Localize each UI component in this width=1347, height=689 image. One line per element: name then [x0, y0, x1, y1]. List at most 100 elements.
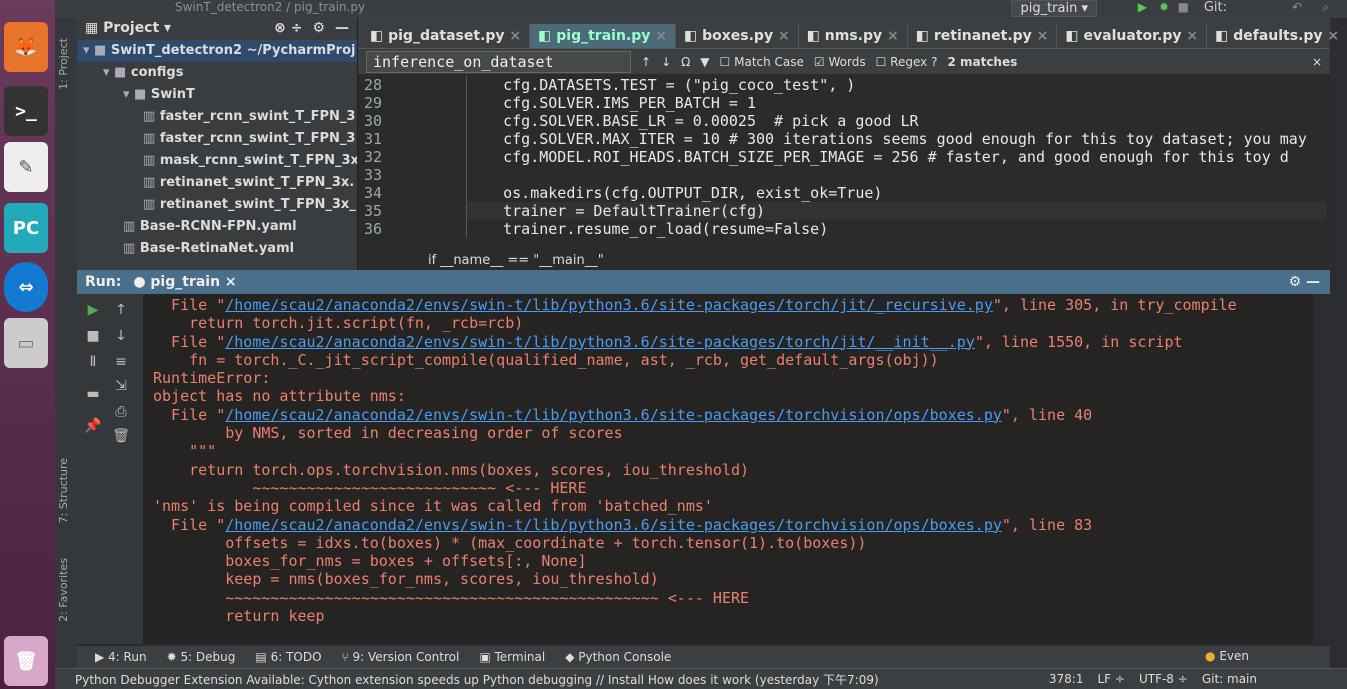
editor-tab[interactable]: ◧ nms.py × — [799, 24, 908, 48]
editor: ◧ pig_dataset.py × ◧ pig_train.py × ◧ boxe… — [358, 18, 1339, 270]
file-encoding[interactable]: UTF-8 ÷ — [1139, 672, 1188, 686]
project-tool-button[interactable]: 1: Project — [57, 38, 70, 90]
terminal-icon[interactable]: >_ — [4, 86, 48, 136]
close-tab-icon[interactable]: × — [773, 28, 790, 44]
firefox-icon[interactable]: 🦊 — [4, 22, 48, 72]
prev-match-icon[interactable]: ↑ — [641, 55, 651, 69]
hide-icon[interactable]: — — [335, 20, 349, 38]
file-link[interactable]: /home/scau2/anaconda2/envs/swin-t/lib/py… — [225, 516, 1002, 534]
close-tab-icon[interactable]: × — [1323, 28, 1339, 44]
close-find-icon[interactable]: × — [1312, 55, 1322, 69]
console-line: File "/home/scau2/anaconda2/envs/swin-t/… — [153, 333, 1313, 351]
tree-item-label: SwinT_detectron2 ~/PycharmProj — [110, 43, 356, 58]
status-message[interactable]: Python Debugger Extension Available: Cyt… — [75, 671, 879, 688]
tree-item[interactable]: ▥ faster_rcnn_swint_T_FPN_3 — [77, 128, 357, 150]
next-match-icon[interactable]: ↓ — [661, 55, 671, 69]
scroll-end-icon[interactable]: ⇲ — [111, 378, 131, 394]
pin-icon[interactable]: 📌 — [83, 418, 103, 434]
bottom-tab-python-console[interactable]: ◆ Python Console — [565, 650, 671, 664]
soft-wrap-icon[interactable]: ≡ — [111, 354, 131, 370]
close-tab-icon[interactable]: × — [1032, 28, 1049, 44]
editor-tab[interactable]: ◧ retinanet.py × — [908, 24, 1058, 48]
close-tab-icon[interactable]: × — [882, 28, 899, 44]
event-log-button[interactable]: ● Even — [1205, 649, 1249, 663]
debug-icon[interactable]: ✹ — [1159, 0, 1169, 14]
bottom-tab-terminal[interactable]: ▣ Terminal — [479, 650, 545, 664]
editor-tab[interactable]: ◧ boxes.py × — [676, 24, 799, 48]
run-tab[interactable]: ● pig_train × — [133, 274, 236, 290]
folder-icon: ▾ ■ — [123, 87, 151, 102]
bottom-tab-version-control[interactable]: ⑂ 9: Version Control — [342, 650, 460, 664]
console-line: return keep — [153, 607, 1313, 625]
run-config-select[interactable]: pig_train ▾ — [1011, 0, 1097, 17]
undo-icon[interactable]: ↶ — [1292, 0, 1302, 14]
bottom-tab-debug[interactable]: ✹ 5: Debug — [167, 650, 236, 664]
tree-item[interactable]: ▥ retinanet_swint_T_FPN_3x. — [77, 172, 357, 194]
gear-icon[interactable]: ⚙ — — [1289, 274, 1320, 290]
match-case-checkbox[interactable]: ☐ Match Case — [720, 55, 804, 69]
code-area[interactable]: cfg.DATASETS.TEST = ("pig_coco_test", ) … — [466, 76, 1326, 238]
find-input[interactable] — [366, 50, 631, 73]
stop-icon[interactable]: ■ — [1178, 0, 1189, 14]
scroll-down-icon[interactable]: ↓ — [111, 328, 131, 344]
pause-icon[interactable]: Ⅱ — [83, 354, 103, 370]
find-all-icon[interactable]: Ω — [681, 55, 690, 69]
debug-icon: ✹ — [166, 650, 181, 664]
regex-help[interactable]: ? — [931, 55, 937, 69]
tree-item[interactable]: ▥ Base-RetinaNet.yaml — [77, 238, 357, 260]
trash-icon[interactable]: 🗑 — [4, 636, 48, 686]
gear-icon[interactable]: ⚙ — [312, 20, 325, 38]
editor-tab[interactable]: ◧ pig_dataset.py × — [362, 24, 531, 48]
line-number: 28 — [364, 76, 383, 94]
print-icon[interactable]: ⎙ — [111, 404, 131, 420]
search-icon[interactable]: ⌕ — [1322, 0, 1329, 15]
clear-icon[interactable]: 🗑 — [111, 428, 131, 444]
close-tab-icon[interactable]: × — [505, 28, 521, 44]
bottom-tab-label: 4: Run — [108, 650, 147, 664]
editor-tab[interactable]: ◧ defaults.py × — [1207, 24, 1347, 48]
scroll-up-icon[interactable]: ↑ — [111, 302, 131, 318]
git-branch[interactable]: Git: main — [1202, 672, 1257, 686]
words-checkbox[interactable]: ☑ Words — [814, 55, 866, 69]
tree-item[interactable]: ▾ ■ SwinT_detectron2 ~/PycharmProj — [77, 40, 357, 62]
files-icon[interactable]: ▭ — [4, 318, 48, 368]
stop-icon[interactable]: ■ — [83, 328, 103, 344]
console-text: ", line 83 — [1001, 515, 1093, 534]
filter-icon[interactable]: ▼ — [700, 55, 709, 69]
collapse-icon[interactable]: ⊗ ÷ — [274, 20, 302, 38]
line-separator[interactable]: LF ÷ — [1097, 672, 1124, 686]
bottom-tab-todo[interactable]: ▤ 6: TODO — [255, 650, 321, 664]
project-view-select[interactable]: ▦ Project ▾ — [85, 20, 171, 38]
file-link[interactable]: /home/scau2/anaconda2/envs/swin-t/lib/py… — [225, 406, 1002, 424]
line-number: 30 — [364, 112, 383, 130]
tree-item[interactable]: ▥ retinanet_swint_T_FPN_3x_ — [77, 194, 357, 216]
line-number: 36 — [364, 220, 383, 238]
run-console-output[interactable]: File "/home/scau2/anaconda2/envs/swin-t/… — [143, 294, 1313, 644]
editor-tab[interactable]: ◧ evaluator.py × — [1057, 24, 1208, 48]
editor-tab[interactable]: ◧ pig_train.py × — [530, 24, 676, 48]
tree-item[interactable]: ▥ mask_rcnn_swint_T_FPN_3x — [77, 150, 357, 172]
tree-item-label: retinanet_swint_T_FPN_3x. — [159, 175, 355, 190]
text-editor-icon[interactable]: ✎ — [4, 142, 48, 192]
pycharm-icon[interactable]: PC — [4, 203, 48, 253]
teamviewer-icon[interactable]: ⇔ — [4, 262, 48, 312]
layout-icon[interactable]: ▬ — [83, 386, 103, 402]
yaml-file-icon: ▥ — [143, 153, 160, 168]
tree-item[interactable]: ▾ ■ SwinT — [77, 84, 357, 106]
favorites-tool-button[interactable]: 2: Favorites — [57, 558, 70, 622]
structure-tool-button[interactable]: 7: Structure — [57, 458, 70, 523]
tree-item[interactable]: ▥ faster_rcnn_swint_T_FPN_3 — [77, 106, 357, 128]
bottom-tab-run[interactable]: ▶ 4: Run — [95, 650, 147, 664]
close-tab-icon[interactable]: × — [650, 28, 667, 44]
tree-item[interactable]: ▥ Base-RCNN-FPN.yaml — [77, 216, 357, 238]
file-link[interactable]: /home/scau2/anaconda2/envs/swin-t/lib/py… — [225, 296, 993, 314]
console-text: ", line 305, in try_compile — [992, 296, 1237, 314]
rerun-icon[interactable]: ▶ — [83, 302, 103, 318]
tree-item[interactable]: ▾ ■ configs — [77, 62, 357, 84]
close-tab-icon[interactable]: × — [1182, 28, 1198, 44]
cursor-position[interactable]: 378:1 — [1049, 672, 1084, 686]
code-breadcrumb[interactable]: if __name__ == "__main__" — [428, 253, 604, 268]
file-link[interactable]: /home/scau2/anaconda2/envs/swin-t/lib/py… — [225, 333, 975, 351]
run-icon[interactable]: ▶ — [1138, 0, 1147, 14]
regex-checkbox[interactable]: ☐ Regex ? — [876, 55, 938, 69]
